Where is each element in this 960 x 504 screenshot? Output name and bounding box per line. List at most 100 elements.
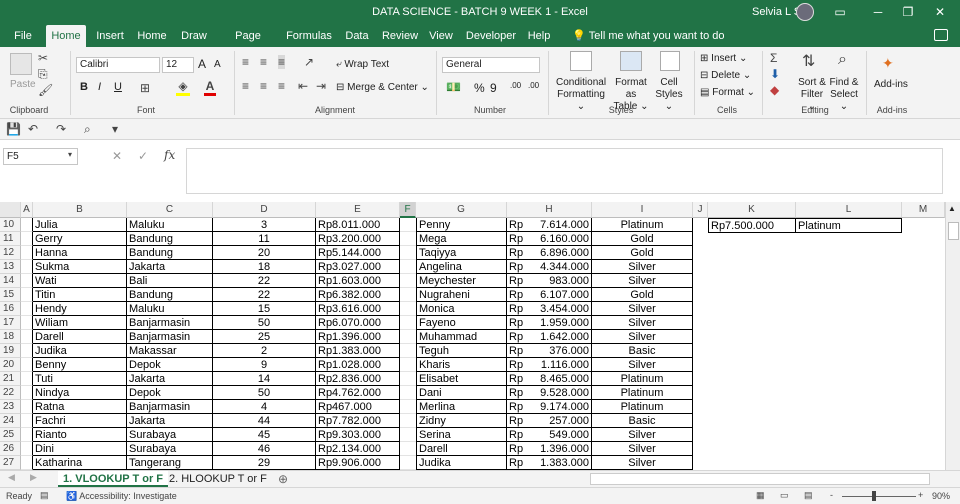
tab-home-2[interactable]: Home xyxy=(134,25,170,47)
cell-e[interactable]: Rp8.011.000 xyxy=(316,218,400,232)
col-header-f[interactable]: F xyxy=(400,202,416,218)
cell-b[interactable]: Tuti xyxy=(33,372,127,386)
cell-f[interactable] xyxy=(400,316,416,330)
macro-record-icon[interactable]: ▤ xyxy=(40,490,49,501)
cell-h1[interactable]: Rp xyxy=(507,400,537,414)
row-header[interactable]: 24 xyxy=(0,414,21,428)
cell-g[interactable]: Monica xyxy=(416,302,507,316)
increase-font-icon[interactable]: A xyxy=(198,57,206,71)
col-header-m[interactable]: M xyxy=(902,202,945,218)
insert-function-icon[interactable]: fx xyxy=(164,148,175,162)
avatar[interactable] xyxy=(796,3,814,21)
cell-i[interactable]: Gold xyxy=(592,232,693,246)
paste-icon[interactable] xyxy=(10,53,32,75)
cell-h2[interactable]: 376.000 xyxy=(537,344,592,358)
tab-view[interactable]: View xyxy=(426,25,456,47)
cell-i[interactable]: Platinum xyxy=(592,386,693,400)
cell-h2[interactable]: 1.383.000 xyxy=(537,456,592,470)
cell-d[interactable]: 2 xyxy=(213,344,316,358)
cell-h2[interactable]: 6.896.000 xyxy=(537,246,592,260)
cell-g[interactable]: Merlina xyxy=(416,400,507,414)
cell-e[interactable]: Rp2.134.000 xyxy=(316,442,400,456)
cell-a[interactable] xyxy=(21,288,33,302)
col-header-j[interactable]: J xyxy=(693,202,708,218)
cell-b[interactable]: Darell xyxy=(33,330,127,344)
cell-h1[interactable]: Rp xyxy=(507,372,537,386)
cell-b[interactable]: Hanna xyxy=(33,246,127,260)
zoom-out-button[interactable]: - xyxy=(830,490,833,500)
scroll-thumb[interactable] xyxy=(948,222,959,240)
cell-i[interactable]: Silver xyxy=(592,456,693,470)
cell-d[interactable]: 25 xyxy=(213,330,316,344)
cell-d[interactable]: 15 xyxy=(213,302,316,316)
cell-c[interactable]: Bandung xyxy=(127,232,213,246)
cell-b[interactable]: Judika xyxy=(33,344,127,358)
cell-f[interactable] xyxy=(400,372,416,386)
cell-i[interactable]: Silver xyxy=(592,274,693,288)
cell-g[interactable]: Darell xyxy=(416,442,507,456)
cell-f[interactable] xyxy=(400,274,416,288)
user-name[interactable]: Selvia L S xyxy=(752,6,801,18)
cell-h2[interactable]: 1.116.000 xyxy=(537,358,592,372)
cell-h1[interactable]: Rp xyxy=(507,358,537,372)
cell-e[interactable]: Rp1.396.000 xyxy=(316,330,400,344)
cell-e[interactable]: Rp3.200.000 xyxy=(316,232,400,246)
cell-a[interactable] xyxy=(21,358,33,372)
cell-h1[interactable]: Rp xyxy=(507,302,537,316)
cell-c[interactable]: Tangerang xyxy=(127,456,213,470)
paste-button[interactable]: Paste xyxy=(10,79,36,90)
name-box-dropdown-icon[interactable]: ▾ xyxy=(68,150,72,159)
col-header-c[interactable]: C xyxy=(127,202,213,218)
comments-icon[interactable] xyxy=(934,29,948,41)
comma-style-button[interactable]: 9 xyxy=(490,81,497,95)
cell-d[interactable]: 11 xyxy=(213,232,316,246)
cell-b[interactable]: Fachri xyxy=(33,414,127,428)
cell-b[interactable]: Katharina xyxy=(33,456,127,470)
cell-c[interactable]: Makassar xyxy=(127,344,213,358)
horizontal-scrollbar[interactable] xyxy=(590,473,930,485)
cell-b[interactable]: Sukma xyxy=(33,260,127,274)
align-left-icon[interactable]: ≡ xyxy=(242,79,249,93)
tab-data[interactable]: Data xyxy=(340,25,374,47)
accounting-format-icon[interactable]: 💵 xyxy=(446,80,461,94)
row-header[interactable]: 11 xyxy=(0,232,21,246)
cell-b[interactable]: Rianto xyxy=(33,428,127,442)
format-cells-button[interactable]: ▤ Format ⌄ xyxy=(700,87,755,98)
cell-d[interactable]: 4 xyxy=(213,400,316,414)
cell-f[interactable] xyxy=(400,302,416,316)
cell-g[interactable]: Judika xyxy=(416,456,507,470)
cell-h1[interactable]: Rp xyxy=(507,344,537,358)
customize-qat-icon[interactable]: ▾ xyxy=(112,122,118,136)
cell-h2[interactable]: 4.344.000 xyxy=(537,260,592,274)
cell-e[interactable]: Rp6.070.000 xyxy=(316,316,400,330)
normal-view-icon[interactable]: ▦ xyxy=(756,490,765,501)
merge-center-button[interactable]: ⊟ Merge & Center ⌄ xyxy=(336,82,429,93)
cell-d[interactable]: 3 xyxy=(213,218,316,232)
cell-a[interactable] xyxy=(21,456,33,470)
cell-h1[interactable]: Rp xyxy=(507,442,537,456)
add-sheet-icon[interactable]: ⊕ xyxy=(278,472,288,486)
cell-f[interactable] xyxy=(400,218,416,232)
cell-h1[interactable]: Rp xyxy=(507,232,537,246)
row-header[interactable]: 23 xyxy=(0,400,21,414)
cell-e[interactable]: Rp1.028.000 xyxy=(316,358,400,372)
cell-g[interactable]: Fayeno xyxy=(416,316,507,330)
cell-a[interactable] xyxy=(21,442,33,456)
cell-i[interactable]: Platinum xyxy=(592,400,693,414)
cell-b[interactable]: Nindya xyxy=(33,386,127,400)
save-icon[interactable]: 💾 xyxy=(6,122,21,136)
cell-b[interactable]: Hendy xyxy=(33,302,127,316)
cell-b[interactable]: Gerry xyxy=(33,232,127,246)
cell-h2[interactable]: 7.614.000 xyxy=(537,218,592,232)
row-header[interactable]: 14 xyxy=(0,274,21,288)
cell-e[interactable]: Rp3.616.000 xyxy=(316,302,400,316)
font-color-icon[interactable]: A xyxy=(204,79,216,96)
cell-d[interactable]: 22 xyxy=(213,288,316,302)
font-name-select[interactable]: Calibri xyxy=(76,57,160,73)
ribbon-display-icon[interactable]: ▭ xyxy=(830,3,850,21)
cell-d[interactable]: 9 xyxy=(213,358,316,372)
name-box[interactable]: F5 xyxy=(3,148,78,165)
cell-a[interactable] xyxy=(21,414,33,428)
cell-a[interactable] xyxy=(21,400,33,414)
cell-e[interactable]: Rp9.303.000 xyxy=(316,428,400,442)
